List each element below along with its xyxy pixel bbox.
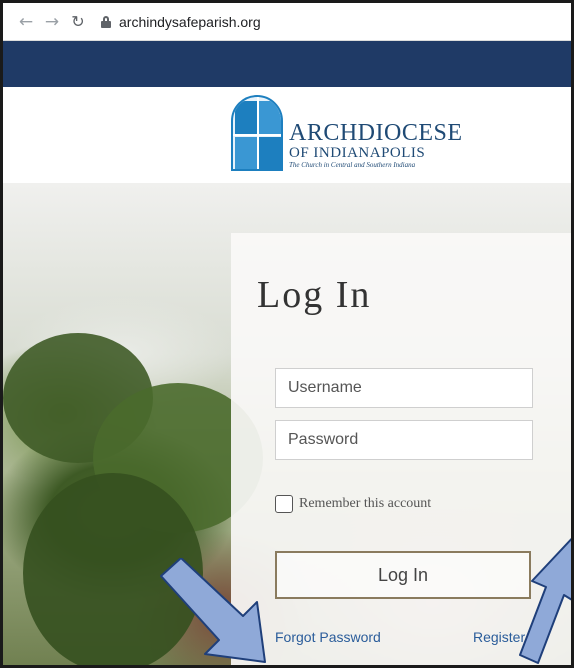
remember-checkbox[interactable] (275, 495, 293, 513)
logo-window-icon (231, 95, 283, 171)
back-arrow-icon[interactable]: ← (15, 11, 37, 33)
reload-icon[interactable]: ↻ (67, 11, 89, 33)
remember-account-row[interactable]: Remember this account (275, 495, 431, 513)
annotation-arrow-forgot (160, 558, 266, 663)
logo-tagline: The Church in Central and Southern India… (289, 161, 416, 169)
password-input[interactable] (275, 420, 533, 460)
browser-toolbar: ← → ↻ archindysafeparish.org (3, 3, 571, 41)
site-header: ARCHDIOCESE OF INDIANAPOLIS The Church i… (3, 87, 571, 183)
logo-line-archdiocese: ARCHDIOCESE (289, 120, 463, 146)
address-bar-url[interactable]: archindysafeparish.org (119, 14, 261, 30)
archdiocese-logo[interactable]: ARCHDIOCESE OF INDIANAPOLIS The Church i… (231, 95, 471, 181)
annotation-arrow-register (519, 537, 571, 664)
logo-wordmark: ARCHDIOCESE OF INDIANAPOLIS The Church i… (289, 121, 463, 170)
lock-icon[interactable] (101, 15, 111, 28)
screenshot-frame: ← → ↻ archindysafeparish.org ARCHDIOCESE… (0, 0, 574, 668)
forgot-password-link[interactable]: Forgot Password (275, 629, 381, 645)
remember-label: Remember this account (299, 496, 432, 511)
site-navigation-bar (3, 41, 571, 87)
forward-arrow-icon[interactable]: → (41, 11, 63, 33)
username-input[interactable] (275, 368, 533, 408)
login-button[interactable]: Log In (275, 551, 531, 599)
logo-line-of-indianapolis: OF INDIANAPOLIS (289, 145, 426, 161)
login-title: Log In (257, 274, 372, 316)
